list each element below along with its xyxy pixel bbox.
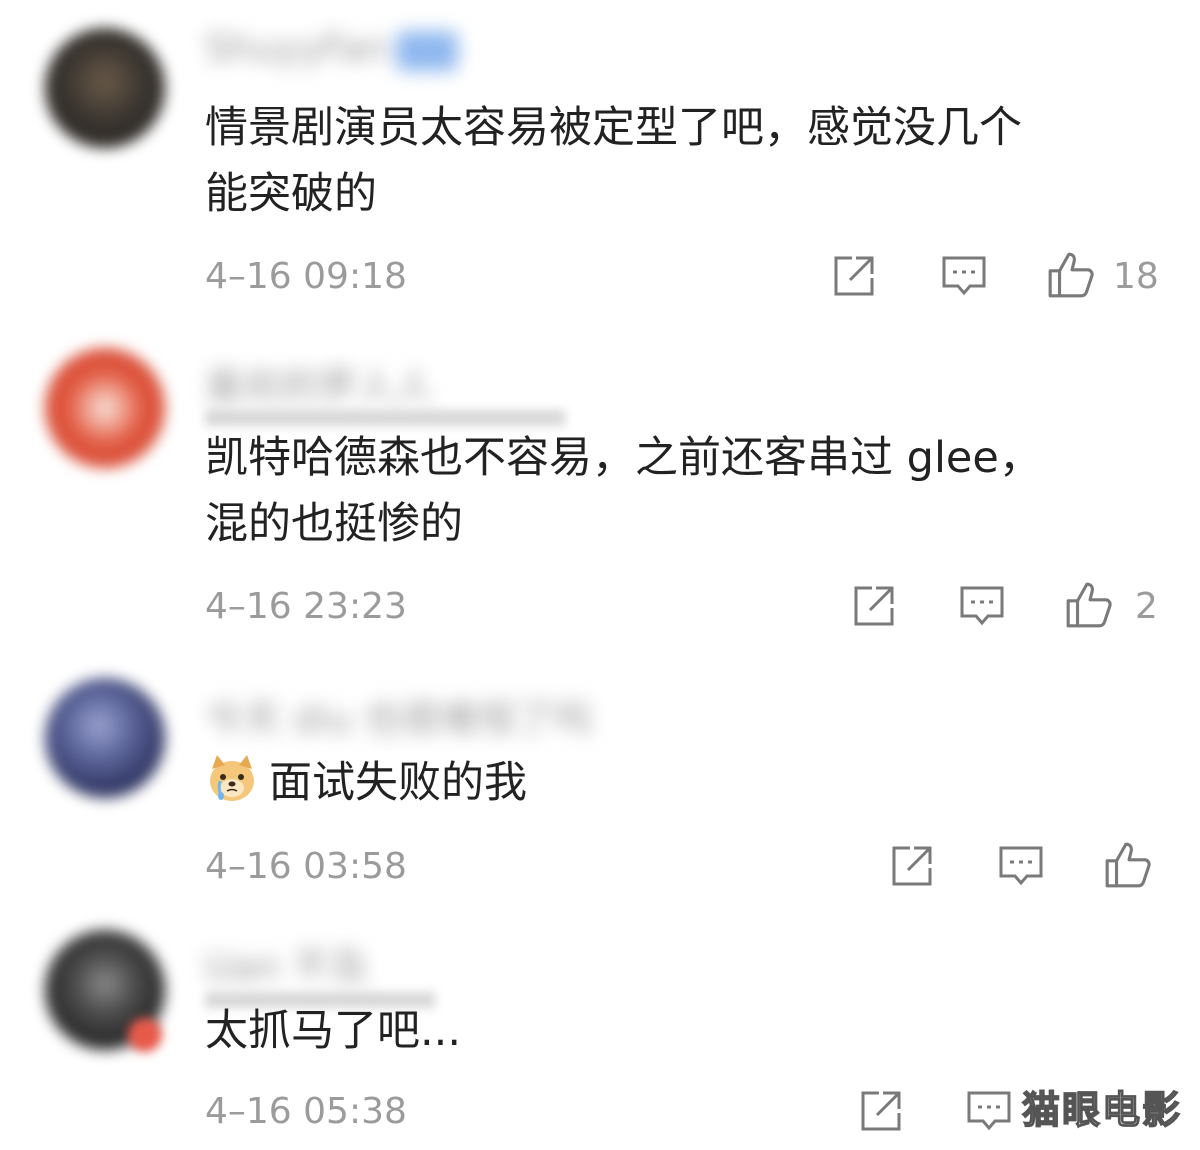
timestamp: 4–16 23:23 — [205, 586, 407, 627]
comment-item: 喜欢的罗人人 凯特哈德森也不容易，之前还客串过 glee， 混的也挺惨的 4–1… — [0, 320, 1200, 650]
comment-text: 凯特哈德森也不容易，之前还客串过 glee， 混的也挺惨的 — [205, 425, 1042, 557]
comment-text-line: 凯特哈德森也不容易，之前还客串过 glee， — [205, 433, 1042, 483]
comment-text: 面试失败的我 — [205, 750, 527, 816]
comment-text-line: 能突破的 — [205, 169, 377, 219]
comment-icon[interactable] — [940, 252, 988, 300]
like-count: 18 — [1113, 256, 1159, 297]
comment-icon[interactable] — [958, 582, 1006, 630]
comment-icon[interactable] — [965, 1087, 1013, 1135]
comment-text-line: 混的也挺惨的 — [205, 499, 463, 549]
timestamp: 4–16 03:58 — [205, 846, 407, 887]
thumbs-up-icon[interactable] — [1064, 580, 1114, 630]
comment-text-content: 面试失败的我 — [269, 758, 527, 808]
comment-text-line: 面试失败的我 — [205, 750, 527, 816]
blur-strip — [205, 410, 565, 426]
comment-text: 太抓马了吧... — [205, 998, 461, 1064]
comment-item: Uan 不及 太抓马了吧... 4–16 05:38 — [0, 910, 1200, 1150]
comment-text: 情景剧演员太容易被定型了吧，感觉没几个 能突破的 — [205, 95, 1022, 227]
comment-text-line: 太抓马了吧... — [205, 1006, 462, 1056]
timestamp: 4–16 05:38 — [205, 1091, 407, 1132]
username-text: 今天 diu 也很难恒了吗 — [205, 697, 592, 741]
comment-item: ShuyyFan 情景剧演员太容易被定型了吧，感觉没几个 能突破的 4–16 0… — [0, 0, 1200, 320]
comment-item: 今天 diu 也很难恒了吗 面试失败的我 4–16 03:58 — [0, 650, 1200, 910]
username-text: ShuyyFan — [205, 26, 389, 70]
vip-badge — [396, 30, 459, 71]
like-count: 2 — [1135, 586, 1158, 627]
username-text: 喜欢的罗人人 — [205, 365, 434, 409]
thumbs-up-icon[interactable] — [1103, 840, 1153, 890]
username[interactable]: 喜欢的罗人人 — [205, 356, 433, 409]
share-icon[interactable] — [888, 842, 936, 890]
comment-text-line: 情景剧演员太容易被定型了吧，感觉没几个 — [205, 103, 1022, 153]
share-icon[interactable] — [850, 582, 898, 630]
crying-dog-emoji-icon — [210, 755, 254, 801]
avatar[interactable] — [45, 348, 165, 468]
avatar[interactable] — [45, 678, 165, 798]
username[interactable]: ShuyyFan — [205, 26, 459, 72]
share-icon[interactable] — [857, 1087, 905, 1135]
username[interactable]: 今天 diu 也很难恒了吗 — [205, 688, 592, 741]
username-text: Uan 不及 — [205, 945, 369, 989]
avatar-badge — [128, 1018, 162, 1052]
comment-icon[interactable] — [997, 842, 1045, 890]
watermark: 猫眼电影 — [1021, 1087, 1182, 1133]
thumbs-up-icon[interactable] — [1046, 250, 1096, 300]
avatar[interactable] — [45, 28, 165, 148]
timestamp: 4–16 09:18 — [205, 256, 407, 297]
username[interactable]: Uan 不及 — [205, 936, 368, 989]
share-icon[interactable] — [830, 252, 878, 300]
